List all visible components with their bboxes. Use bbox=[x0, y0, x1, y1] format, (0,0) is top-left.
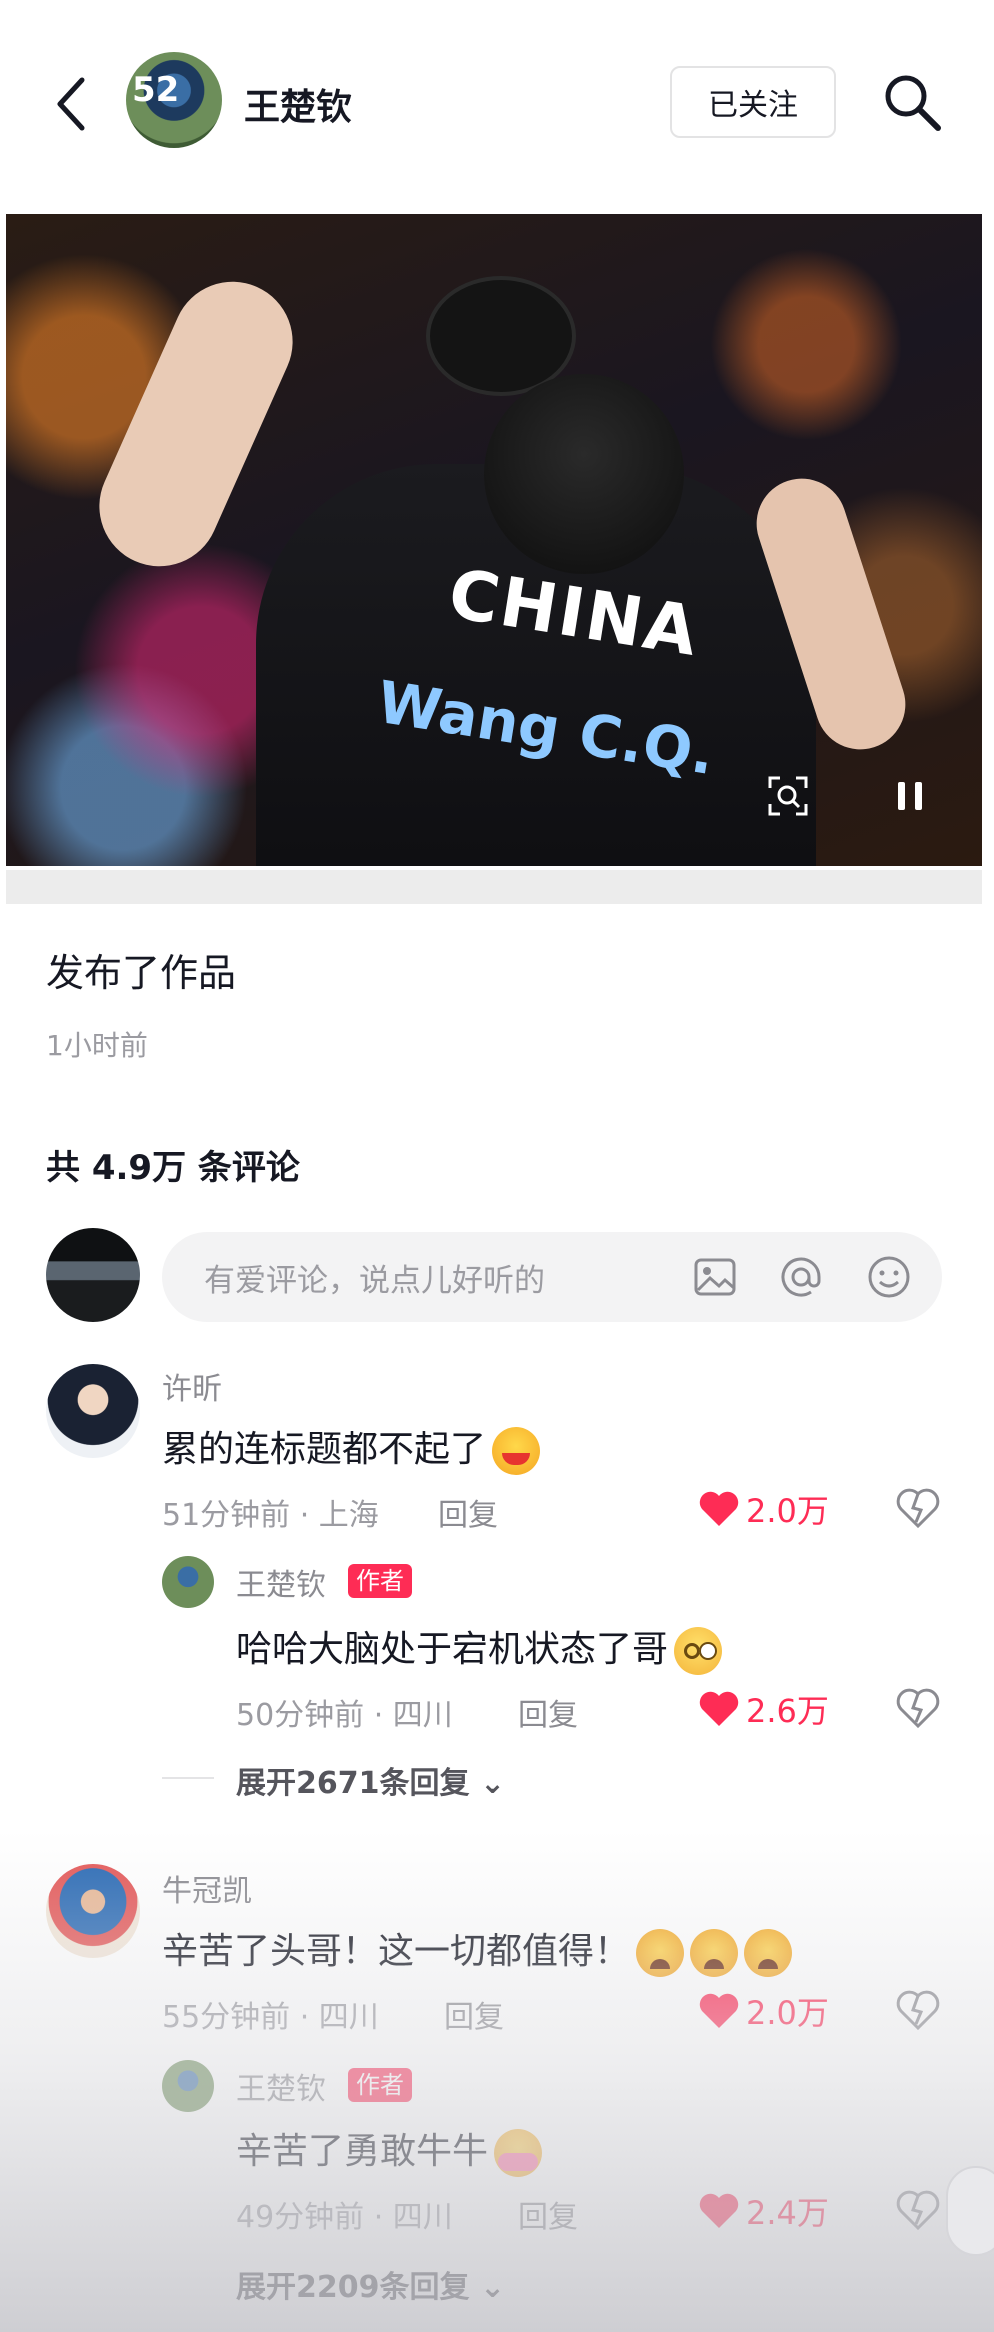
author-name[interactable]: 王楚钦 bbox=[236, 2064, 326, 2108]
like-count: 2.4万 bbox=[746, 2194, 829, 2232]
angry-emoji-icon bbox=[690, 1929, 739, 1977]
top-bar: 52 王楚钦 已关注 bbox=[0, 0, 994, 210]
author-name[interactable]: 王楚钦 bbox=[236, 1560, 326, 1604]
comment-meta: 51分钟前 · 上海 bbox=[162, 1498, 379, 1533]
comment-meta: 55分钟前 · 四川 bbox=[162, 2000, 379, 2035]
angry-emoji-icon bbox=[744, 1929, 793, 1977]
commenter-avatar[interactable] bbox=[46, 1864, 140, 1958]
avatar-number: 52 bbox=[132, 70, 180, 110]
comment-text: 辛苦了头哥！这一切都值得！ bbox=[162, 1922, 793, 1977]
follow-button[interactable]: 已关注 bbox=[670, 66, 836, 138]
image-progress-bar bbox=[6, 870, 982, 904]
commenter-name[interactable]: 牛冠凯 bbox=[162, 1866, 252, 1910]
mention-icon[interactable] bbox=[778, 1254, 824, 1300]
my-avatar bbox=[46, 1228, 140, 1322]
expand-replies-button[interactable]: 展开2209条回复 ⌄ bbox=[236, 2262, 505, 2306]
comment-text: 累的连标题都不起了 bbox=[162, 1420, 541, 1475]
like-button[interactable]: 2.0万 bbox=[698, 1988, 829, 2034]
comment-text-content: 辛苦了头哥！这一切都值得！ bbox=[162, 1931, 631, 1972]
reply-text-content: 辛苦了勇敢牛牛 bbox=[236, 2131, 489, 2172]
heart-icon bbox=[699, 1491, 739, 1526]
like-count: 2.0万 bbox=[746, 1994, 829, 2032]
author-badge: 作者 bbox=[348, 2068, 412, 2102]
reply-button[interactable]: 回复 bbox=[444, 1992, 504, 2036]
hug-emoji-icon bbox=[494, 2129, 543, 2177]
author-avatar[interactable] bbox=[162, 1556, 214, 1608]
like-count: 2.0万 bbox=[746, 1492, 829, 1530]
pause-icon[interactable] bbox=[890, 776, 930, 816]
user-avatar[interactable]: 52 bbox=[126, 52, 222, 148]
chevron-down-icon: ⌄ bbox=[479, 2270, 506, 2305]
post-time: 1小时前 bbox=[46, 1029, 148, 1062]
reply-button[interactable]: 回复 bbox=[518, 2192, 578, 2236]
like-button[interactable]: 2.4万 bbox=[698, 2188, 829, 2234]
heart-icon bbox=[699, 2193, 739, 2228]
like-count: 2.6万 bbox=[746, 1692, 829, 1730]
expand-label: 展开2209条回复 bbox=[236, 2270, 470, 2305]
laugh-emoji-icon bbox=[492, 1427, 541, 1475]
expand-divider bbox=[162, 1777, 214, 1779]
heart-icon bbox=[699, 1691, 739, 1726]
angry-emoji-icon bbox=[636, 1929, 685, 1977]
heart-icon bbox=[699, 1993, 739, 2028]
comment-text-content: 累的连标题都不起了 bbox=[162, 1429, 487, 1470]
expand-label: 展开2671条回复 bbox=[236, 1766, 470, 1801]
reply-meta: 49分钟前 · 四川 bbox=[236, 2200, 453, 2235]
expand-replies-button[interactable]: 展开2671条回复 ⌄ bbox=[236, 1758, 505, 1802]
reply-button[interactable]: 回复 bbox=[518, 1690, 578, 1734]
image-icon[interactable] bbox=[692, 1254, 738, 1300]
author-badge: 作者 bbox=[348, 1564, 412, 1598]
reply-text-content: 哈哈大脑处于宕机状态了哥 bbox=[236, 1629, 669, 1670]
dizzy-emoji-icon bbox=[674, 1627, 723, 1675]
commenter-avatar[interactable] bbox=[46, 1364, 140, 1458]
image-search-icon[interactable] bbox=[766, 774, 810, 818]
search-icon[interactable] bbox=[880, 70, 944, 134]
chevron-down-icon: ⌄ bbox=[479, 1766, 506, 1801]
author-avatar[interactable] bbox=[162, 2060, 214, 2112]
bottom-gradient-overlay bbox=[0, 1830, 994, 2332]
dislike-icon[interactable] bbox=[896, 1988, 940, 2032]
reply-meta: 50分钟前 · 四川 bbox=[236, 1698, 453, 1733]
dislike-icon[interactable] bbox=[896, 2188, 940, 2232]
like-button[interactable]: 2.0万 bbox=[698, 1486, 829, 1532]
commenter-name[interactable]: 许昕 bbox=[162, 1364, 222, 1408]
back-arrow-icon[interactable] bbox=[52, 74, 92, 134]
reply-button[interactable]: 回复 bbox=[438, 1490, 498, 1534]
reply-text: 辛苦了勇敢牛牛 bbox=[236, 2122, 543, 2177]
floating-handle[interactable] bbox=[946, 2166, 994, 2256]
dislike-icon[interactable] bbox=[896, 1686, 940, 1730]
comment-input[interactable]: 有爱评论，说点儿好听的 bbox=[162, 1232, 942, 1322]
photo-arm-left bbox=[80, 262, 312, 586]
dislike-icon[interactable] bbox=[896, 1486, 940, 1530]
comment-placeholder: 有爱评论，说点儿好听的 bbox=[204, 1262, 545, 1299]
photo-head bbox=[484, 374, 684, 574]
like-button[interactable]: 2.6万 bbox=[698, 1686, 829, 1732]
reply-text: 哈哈大脑处于宕机状态了哥 bbox=[236, 1620, 723, 1675]
user-name[interactable]: 王楚钦 bbox=[244, 78, 352, 130]
post-title: 发布了作品 bbox=[46, 951, 237, 995]
post-photo[interactable]: CHINA Wang C.Q. bbox=[6, 214, 982, 866]
emoji-icon[interactable] bbox=[866, 1254, 912, 1300]
comment-count: 共 4.9万 条评论 bbox=[46, 1148, 300, 1188]
